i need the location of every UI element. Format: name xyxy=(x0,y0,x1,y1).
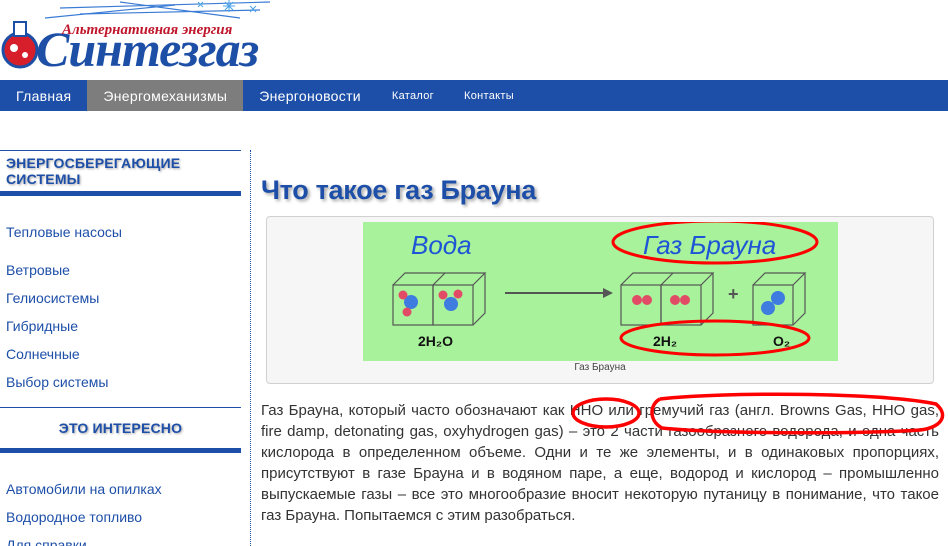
sidebar-item-reference[interactable]: Для справки xyxy=(0,531,241,546)
nav-item-energonews[interactable]: Энергоновости xyxy=(243,80,377,111)
nav-item-home[interactable]: Главная xyxy=(0,80,87,111)
sidebar-item-system-choice[interactable]: Выбор системы xyxy=(0,368,241,396)
diagram-label-browns-gas: Газ Брауна xyxy=(643,230,776,260)
formula-oxygen: O₂ xyxy=(773,333,790,349)
site-logo[interactable]: Синтезгаз Альтернативная энергия xyxy=(0,0,290,74)
nav-item-contacts[interactable]: Контакты xyxy=(449,80,529,111)
site-tagline: Альтернативная энергия xyxy=(62,22,233,38)
formula-hydrogen: 2H₂ xyxy=(653,333,677,349)
article-body: Газ Брауна, который часто обозначают как… xyxy=(261,402,939,524)
sidebar-item-hydrogen-fuel[interactable]: Водородное топливо xyxy=(0,503,241,531)
sidebar-item-wind[interactable]: Ветровые xyxy=(0,256,241,284)
nav-item-catalog[interactable]: Каталог xyxy=(377,80,449,111)
sidebar-section-title: ЭТО ИНТЕРЕСНО xyxy=(0,407,241,453)
sidebar-item-solar-systems[interactable]: Гелиосистемы xyxy=(0,284,241,312)
nav-item-energomechanisms[interactable]: Энергомеханизмы xyxy=(87,80,244,111)
sidebar: ЭНЕРГОСБЕРЕГАЮЩИЕ СИСТЕМЫ Тепловые насос… xyxy=(0,150,241,546)
sidebar-item-sawdust-cars[interactable]: Автомобили на опилках xyxy=(0,475,241,503)
article: Что такое газ Брауна Вода Газ Брауна 2H₂ xyxy=(261,168,941,526)
article-figure: Вода Газ Брауна 2H₂O 2H₂ + O₂ Газ Брауна xyxy=(266,216,934,384)
figure-caption: Газ Брауна xyxy=(574,362,626,373)
sidebar-menu: Тепловые насосы Ветровые Гелиосистемы Ги… xyxy=(0,218,241,396)
sidebar-section-title: ЭНЕРГОСБЕРЕГАЮЩИЕ СИСТЕМЫ xyxy=(0,150,241,196)
sidebar-item-solar[interactable]: Солнечные xyxy=(0,340,241,368)
browns-gas-diagram: Вода Газ Брауна 2H₂O 2H₂ + O₂ xyxy=(363,222,838,361)
page-title: Что такое газ Брауна xyxy=(261,175,537,205)
diagram-label-water: Вода xyxy=(411,230,472,260)
sidebar-item-heat-pumps[interactable]: Тепловые насосы xyxy=(0,218,241,246)
sidebar-item-hybrid[interactable]: Гибридные xyxy=(0,312,241,340)
formula-water: 2H₂O xyxy=(418,333,453,349)
sidebar-divider xyxy=(250,150,251,546)
main-nav: Главная Энергомеханизмы Энергоновости Ка… xyxy=(0,80,948,111)
diagram-plus: + xyxy=(728,284,739,304)
sidebar-menu: Автомобили на опилках Водородное топливо… xyxy=(0,475,241,546)
